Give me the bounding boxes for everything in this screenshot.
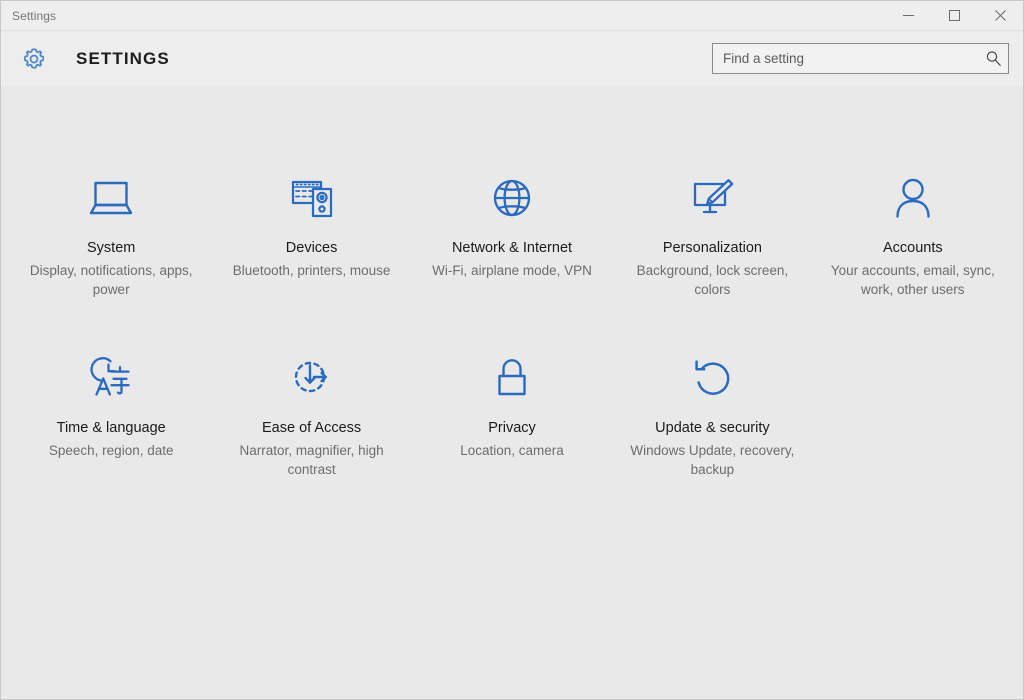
maximize-button[interactable]: [931, 1, 977, 31]
tile-subtitle: Windows Update, recovery, backup: [630, 443, 795, 478]
accessibility-dashed-circle-icon: [280, 350, 344, 408]
tile-privacy[interactable]: Privacy Location, camera: [412, 344, 612, 500]
laptop-icon: [79, 170, 143, 228]
tile-title: Personalization: [662, 240, 762, 256]
tile-system[interactable]: System Display, notifications, apps, pow…: [11, 164, 211, 320]
search-box[interactable]: [712, 43, 1009, 74]
close-button[interactable]: [977, 1, 1023, 31]
close-icon: [994, 10, 1006, 21]
refresh-circular-arrow-icon: [680, 350, 744, 408]
page-title: SETTINGS: [76, 48, 170, 68]
header: SETTINGS: [1, 31, 1023, 86]
tile-title: Network & Internet: [451, 240, 573, 256]
search-icon[interactable]: [978, 44, 1008, 73]
tile-subtitle: Your accounts, email, sync, work, other …: [830, 263, 995, 298]
search-input[interactable]: [713, 44, 978, 73]
tile-update-security[interactable]: Update & security Windows Update, recove…: [612, 344, 812, 500]
tile-subtitle: Background, lock screen, colors: [636, 263, 789, 298]
padlock-icon: [480, 350, 544, 408]
gear-icon: [19, 44, 49, 74]
globe-icon: [480, 170, 544, 228]
titlebar: Settings: [1, 1, 1023, 31]
person-icon: [881, 170, 945, 228]
tile-network-internet[interactable]: Network & Internet Wi-Fi, airplane mode,…: [412, 164, 612, 320]
tile-subtitle: Bluetooth, printers, mouse: [232, 263, 391, 279]
tile-accounts[interactable]: Accounts Your accounts, email, sync, wor…: [813, 164, 1013, 320]
settings-grid: System Display, notifications, apps, pow…: [1, 164, 1023, 500]
window-controls: [885, 1, 1023, 31]
titlebar-title: Settings: [12, 8, 57, 23]
keyboard-speaker-icon: [280, 170, 344, 228]
clock-language-icon: [79, 350, 143, 408]
tile-personalization[interactable]: Personalization Background, lock screen,…: [612, 164, 812, 320]
maximize-icon: [948, 10, 960, 21]
tile-subtitle: Location, camera: [460, 443, 564, 459]
tile-subtitle: Wi-Fi, airplane mode, VPN: [432, 263, 592, 279]
tile-subtitle: Narrator, magnifier, high contrast: [239, 443, 384, 478]
tile-title: Privacy: [488, 420, 536, 436]
minimize-button[interactable]: [885, 1, 931, 31]
tile-title: Update & security: [655, 420, 770, 436]
settings-content: System Display, notifications, apps, pow…: [1, 86, 1023, 699]
tile-title: Accounts: [882, 240, 943, 256]
tile-subtitle: Speech, region, date: [48, 443, 174, 459]
tile-title: Time & language: [56, 420, 166, 436]
tile-ease-of-access[interactable]: Ease of Access Narrator, magnifier, high…: [211, 344, 411, 500]
monitor-paintbrush-icon: [680, 170, 744, 228]
tile-title: System: [87, 240, 136, 256]
settings-window: Settings SETTINGS Find a setting System …: [0, 0, 1024, 700]
tile-subtitle: Display, notifications, apps, power: [29, 263, 193, 298]
tile-time-language[interactable]: Time & language Speech, region, date: [11, 344, 211, 500]
tile-devices[interactable]: Devices Bluetooth, printers, mouse: [211, 164, 411, 320]
tile-title: Ease of Access: [262, 420, 362, 436]
tile-title: Devices: [285, 240, 338, 256]
minimize-icon: [902, 15, 914, 16]
